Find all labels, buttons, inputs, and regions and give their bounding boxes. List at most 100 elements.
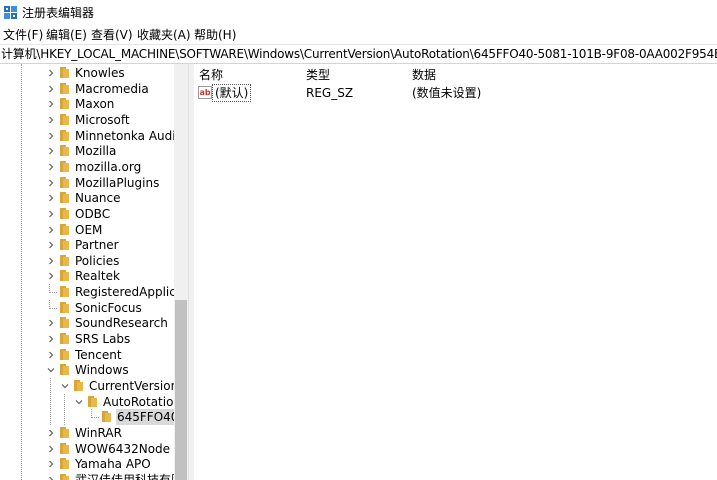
chevron-right-icon[interactable] [47,445,55,453]
tree-node[interactable]: Policies [0,253,174,269]
menu-file[interactable]: 文件(F) [3,28,43,42]
tree-node-label[interactable]: SoundResearch [74,315,169,331]
menu-view[interactable]: 查看(V) [91,28,133,42]
tree-node[interactable]: mozilla.org [0,159,174,175]
chevron-right-icon[interactable] [47,147,55,155]
tree-node-label[interactable]: WinRAR [74,425,123,441]
chevron-right-icon[interactable] [47,476,55,480]
values-list[interactable]: 名称 类型 数据 ab (默认) REG_SZ (数值未设置) [194,64,717,480]
tree-node[interactable]: Microsoft [0,112,174,128]
chevron-right-icon[interactable] [47,132,55,140]
tree-node[interactable]: SRS Labs [0,331,174,347]
tree-node[interactable]: OEM [0,222,174,238]
chevron-right-icon[interactable] [47,257,55,265]
tree-node[interactable]: WOW6432Node [0,441,174,457]
tree-node-label[interactable]: Realtek [74,268,121,284]
menu-help[interactable]: 帮助(H) [194,28,236,42]
tree-node-label[interactable]: SRS Labs [74,331,131,347]
tree-node[interactable]: Yamaha APO [0,456,174,472]
tree-node[interactable]: WinRAR [0,425,174,441]
tree-node-label[interactable]: Minnetonka Audio [74,128,184,144]
column-header-type[interactable]: 类型 [306,68,330,82]
tree-node[interactable]: AutoRotation [0,394,181,410]
tree-node[interactable]: Partner [0,237,174,253]
folder-icon [60,301,69,313]
tree-scrollbar[interactable] [174,64,188,480]
tree-node[interactable]: 武汉佳佳用科技有限 [0,472,183,480]
chevron-right-icon[interactable] [47,460,55,468]
chevron-right-icon[interactable] [47,179,55,187]
tree-node-label[interactable]: Tencent [74,347,123,363]
tree-node-label[interactable]: 武汉佳佳用科技有限 [74,472,184,480]
tree-scroll-thumb[interactable] [175,300,187,480]
column-header-data[interactable]: 数据 [412,68,436,82]
tree-node-label[interactable]: Yamaha APO [74,456,152,472]
chevron-right-icon[interactable] [47,100,55,108]
registry-editor-icon [4,6,17,19]
tree-node-label[interactable]: Microsoft [74,112,131,128]
tree-guide-line [64,393,65,425]
tree-node-label[interactable]: SonicFocus [74,300,143,316]
tree-node-label[interactable]: Partner [74,237,120,253]
column-header-name[interactable]: 名称 [199,68,223,82]
tree-node-label[interactable]: ODBC [74,206,111,222]
tree-node[interactable]: Mozilla [0,143,174,159]
chevron-right-icon[interactable] [47,210,55,218]
tree-node-label[interactable]: Policies [74,253,120,269]
tree-node[interactable]: ODBC [0,206,174,222]
tree-node[interactable]: SonicFocus [0,299,174,316]
tree-node[interactable]: 645FFO40- [0,409,184,426]
tree-node-label[interactable]: OEM [74,222,103,238]
tree-node[interactable]: Maxon [0,96,174,112]
chevron-right-icon[interactable] [47,429,55,437]
tree-node[interactable]: Nuance [0,190,174,206]
tree-connector-line [91,409,92,419]
chevron-right-icon[interactable] [47,163,55,171]
tree-node[interactable]: Tencent [0,347,174,363]
tree-node[interactable]: Windows [0,362,174,378]
tree-node-label[interactable]: Windows [74,362,130,378]
tree-node[interactable]: SoundResearch [0,315,174,331]
key-tree[interactable]: Knowles Macromedia Maxon Microsoft Minnetonk… [0,64,188,480]
chevron-right-icon[interactable] [47,69,55,77]
chevron-right-icon[interactable] [47,116,55,124]
value-name[interactable]: (默认) [212,84,252,102]
tree-node-label[interactable]: mozilla.org [74,159,142,175]
chevron-right-icon[interactable] [47,226,55,234]
tree-connector-line [49,284,50,294]
chevron-right-icon[interactable] [47,351,55,359]
chevron-right-icon[interactable] [47,85,55,93]
tree-node[interactable]: RegisteredApplicat [0,284,188,300]
chevron-right-icon[interactable] [47,319,55,327]
chevron-down-icon[interactable] [61,382,69,390]
tree-node-label[interactable]: AutoRotation [102,394,182,410]
tree-node[interactable]: Macromedia [0,81,174,97]
menu-favorites[interactable]: 收藏夹(A) [137,28,191,42]
tree-node-label[interactable]: RegisteredApplicat [74,284,188,300]
address-bar[interactable]: 计算机\HKEY_LOCAL_MACHINE\SOFTWARE\Windows\… [0,44,717,64]
menu-edit[interactable]: 编辑(E) [46,28,87,42]
tree-node[interactable]: Knowles [0,65,174,81]
tree-node[interactable]: CurrentVersion [0,378,178,394]
tree-node[interactable]: Realtek [0,268,174,284]
chevron-right-icon[interactable] [47,272,55,280]
chevron-down-icon[interactable] [75,398,83,406]
address-path[interactable]: 计算机\HKEY_LOCAL_MACHINE\SOFTWARE\Windows\… [1,47,717,62]
tree-node[interactable]: Minnetonka Audio [0,128,183,144]
tree-node-label[interactable]: Maxon [74,96,115,112]
tree-node[interactable]: MozillaPlugins [0,175,174,191]
tree-node-label[interactable]: Knowles [74,65,126,81]
tree-node-label[interactable]: WOW6432Node [74,441,171,457]
tree-node-label[interactable]: CurrentVersion [88,378,179,394]
tree-node-label[interactable]: Nuance [74,190,122,206]
value-row[interactable]: ab (默认) REG_SZ (数值未设置) [194,84,717,102]
folder-icon [60,333,69,345]
chevron-right-icon[interactable] [47,194,55,202]
tree-node-label[interactable]: Mozilla [74,143,117,159]
tree-node-label[interactable]: MozillaPlugins [74,175,160,191]
chevron-down-icon[interactable] [47,366,55,374]
tree-node-label[interactable]: Macromedia [74,81,150,97]
chevron-right-icon[interactable] [47,241,55,249]
chevron-right-icon[interactable] [47,335,55,343]
folder-icon [60,176,69,188]
